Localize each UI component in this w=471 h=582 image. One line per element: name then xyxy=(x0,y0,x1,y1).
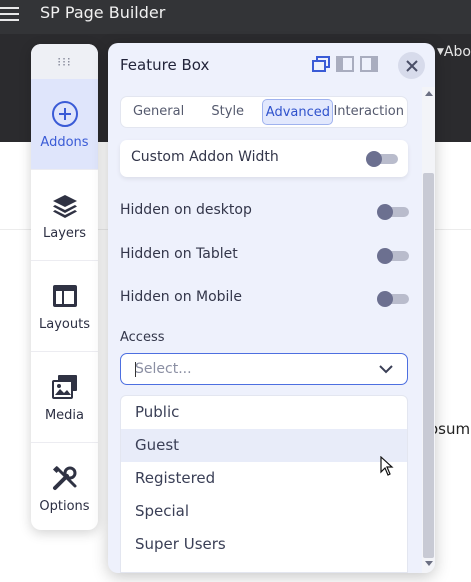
tab-style[interactable]: Style xyxy=(193,99,262,125)
hidden-mobile-toggle[interactable] xyxy=(377,291,409,307)
access-option-super-users[interactable]: Super Users xyxy=(121,528,407,561)
custom-width-card: Custom Addon Width xyxy=(120,140,408,177)
dock-item-layouts[interactable]: Layouts xyxy=(31,261,98,352)
mouse-pointer-icon xyxy=(380,456,394,476)
settings-tabs: General Style Advanced Interaction xyxy=(120,96,408,128)
panel-title: Feature Box xyxy=(120,56,210,74)
access-option-public[interactable]: Public xyxy=(121,396,407,429)
popout-window-icon[interactable] xyxy=(312,56,330,76)
dock-item-media[interactable]: Media xyxy=(31,352,98,443)
close-button[interactable] xyxy=(398,52,425,79)
tab-interaction[interactable]: Interaction xyxy=(333,99,404,125)
dock-item-addons[interactable]: Addons xyxy=(31,79,98,170)
plus-circle-icon xyxy=(50,99,80,129)
scroll-up-icon[interactable] xyxy=(425,91,433,96)
hidden-desktop-toggle[interactable] xyxy=(377,204,409,220)
dock-left-icon[interactable] xyxy=(336,56,354,76)
hamburger-menu-icon[interactable] xyxy=(0,4,20,24)
panel-header: Feature Box xyxy=(108,43,435,87)
background-text: osum xyxy=(429,420,471,438)
dock-item-layers[interactable]: Layers xyxy=(31,170,98,261)
dock-item-label: Addons xyxy=(40,134,89,150)
access-option-registered[interactable]: Registered xyxy=(121,462,407,495)
custom-width-label: Custom Addon Width xyxy=(131,149,279,165)
hidden-mobile-label: Hidden on Mobile xyxy=(120,289,242,305)
hidden-tablet-label: Hidden on Tablet xyxy=(120,246,238,262)
addon-dock: ⁝⁝⁝ Addons Layers Layouts Media Options xyxy=(31,44,98,530)
access-select-placeholder: Select... xyxy=(135,361,192,377)
scroll-down-icon[interactable] xyxy=(425,561,433,566)
dock-item-label: Media xyxy=(44,407,85,423)
tab-general[interactable]: General xyxy=(124,99,193,125)
access-label: Access xyxy=(120,330,165,345)
dock-item-options[interactable]: Options xyxy=(31,443,98,530)
addon-settings-panel: Feature Box General Style Advanced Inter… xyxy=(108,43,435,573)
dock-right-icon[interactable] xyxy=(360,56,378,76)
access-option-guest[interactable]: Guest xyxy=(121,429,407,462)
nav-about-label: Abo xyxy=(443,44,471,60)
custom-width-toggle[interactable] xyxy=(366,151,398,167)
tab-advanced[interactable]: Advanced xyxy=(262,99,334,125)
panel-view-toggles xyxy=(312,56,378,76)
tools-icon xyxy=(50,463,80,493)
hidden-desktop-label: Hidden on desktop xyxy=(120,202,252,218)
panel-scrollbar[interactable] xyxy=(422,87,435,573)
scroll-thumb[interactable] xyxy=(423,173,434,558)
dock-item-label: Options xyxy=(39,498,90,514)
hidden-tablet-toggle[interactable] xyxy=(377,248,409,264)
access-select[interactable]: Select... xyxy=(120,353,408,385)
dock-item-label: Layouts xyxy=(39,316,90,332)
caret-down-icon: ▼ xyxy=(437,47,444,57)
top-bar: SP Page Builder xyxy=(0,0,471,34)
app-title: SP Page Builder xyxy=(40,3,166,22)
layers-icon xyxy=(50,190,80,220)
drag-handle-icon[interactable]: ⁝⁝⁝ xyxy=(31,44,98,79)
dock-item-label: Layers xyxy=(42,225,87,241)
nav-about-link[interactable]: ▼Abo xyxy=(437,44,471,60)
layout-icon xyxy=(50,281,80,311)
chevron-down-icon xyxy=(379,365,393,374)
access-options-list: Public Guest Registered Special Super Us… xyxy=(120,395,408,573)
access-option-special[interactable]: Special xyxy=(121,495,407,528)
close-icon xyxy=(405,59,418,72)
media-icon xyxy=(50,372,80,402)
